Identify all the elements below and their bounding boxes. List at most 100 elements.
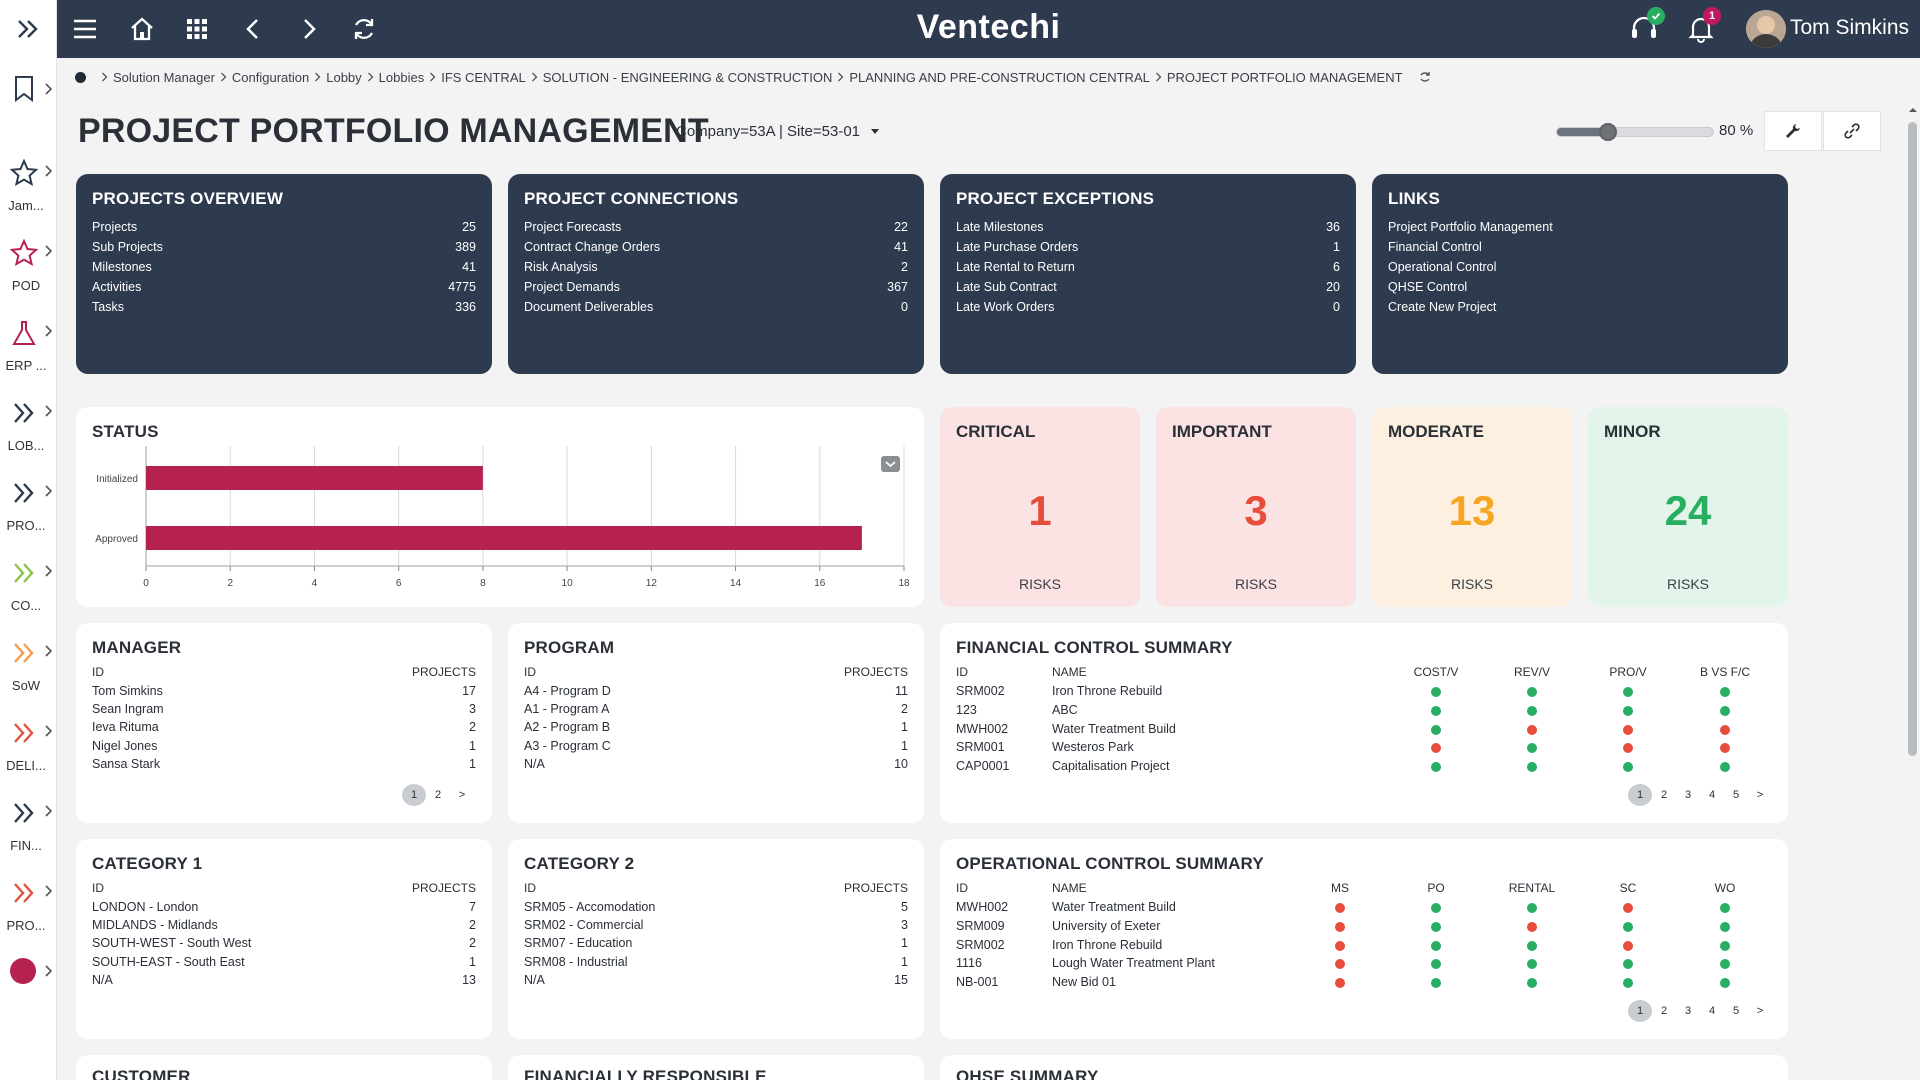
breadcrumb-item[interactable]: Solution Manager <box>113 70 215 85</box>
links-row[interactable]: Project Portfolio Management <box>1388 220 1772 240</box>
links-row[interactable]: Create New Project <box>1388 300 1772 320</box>
table-row-id[interactable]: Ieva Rituma <box>92 720 159 734</box>
link-label[interactable]: Operational Control <box>1388 260 1496 280</box>
pagination-page[interactable]: > <box>1748 1000 1772 1022</box>
pagination-page[interactable]: > <box>1748 784 1772 806</box>
rail-bookmarks[interactable] <box>0 70 57 150</box>
pagination-page[interactable]: 1 <box>1628 784 1652 806</box>
connections-row[interactable]: Contract Change Orders 41 <box>524 240 908 260</box>
designer-button[interactable] <box>1764 111 1822 151</box>
exceptions-row[interactable]: Late Milestones 36 <box>956 220 1340 240</box>
rail-item[interactable]: CO... <box>0 550 57 630</box>
rail-item-record[interactable] <box>0 950 57 1030</box>
table-row-id[interactable]: 123 <box>956 703 977 717</box>
share-link-button[interactable] <box>1823 111 1881 151</box>
table-row-id[interactable]: MWH002 <box>956 900 1008 914</box>
back-button[interactable] <box>237 13 269 45</box>
links-row[interactable]: Operational Control <box>1388 260 1772 280</box>
overview-row[interactable]: Tasks 336 <box>92 300 476 320</box>
table-row-id[interactable]: SRM009 <box>956 919 1005 933</box>
pagination-page[interactable]: 5 <box>1724 784 1748 806</box>
table-row-id[interactable]: 1116 <box>956 956 982 970</box>
support-button[interactable] <box>1628 7 1665 45</box>
pagination-page[interactable]: 4 <box>1700 784 1724 806</box>
connections-row[interactable]: Risk Analysis 2 <box>524 260 908 280</box>
rail-item[interactable]: ERP ... <box>0 310 57 390</box>
table-row-id[interactable]: A4 - Program D <box>524 684 611 698</box>
chart-menu-button[interactable] <box>881 456 900 472</box>
zoom-slider[interactable] <box>1556 123 1714 141</box>
table-row-id[interactable]: Sean Ingram <box>92 702 164 716</box>
risk-card-minor[interactable]: MINOR 24 RISKS <box>1588 407 1788 607</box>
breadcrumb-item[interactable]: PLANNING AND PRE-CONSTRUCTION CENTRAL <box>849 70 1149 85</box>
table-row-name[interactable]: New Bid 01 <box>1052 975 1116 989</box>
exceptions-row[interactable]: Late Rental to Return 6 <box>956 260 1340 280</box>
rail-item[interactable]: POD <box>0 230 57 310</box>
overview-row[interactable]: Activities 4775 <box>92 280 476 300</box>
connections-row[interactable]: Project Demands 367 <box>524 280 908 300</box>
link-label[interactable]: Create New Project <box>1388 300 1496 320</box>
table-row-id[interactable]: N/A <box>92 973 113 987</box>
refresh-button[interactable] <box>348 13 380 45</box>
avatar[interactable] <box>1746 10 1786 48</box>
table-row-id[interactable]: NB-001 <box>956 975 998 989</box>
zoom-slider-handle[interactable] <box>1599 123 1618 141</box>
link-label[interactable]: QHSE Control <box>1388 280 1467 300</box>
table-row-id[interactable]: SRM02 - Commercial <box>524 918 643 932</box>
rail-item[interactable]: DELI... <box>0 710 57 790</box>
table-row-id[interactable]: MWH002 <box>956 722 1008 736</box>
notifications-button[interactable]: 1 <box>1685 7 1721 45</box>
scroll-up-icon[interactable] <box>1907 105 1919 115</box>
table-row-name[interactable]: Iron Throne Rebuild <box>1052 938 1162 952</box>
table-row-id[interactable]: SRM002 <box>956 684 1005 698</box>
table-row-id[interactable]: A1 - Program A <box>524 702 609 716</box>
rail-item[interactable]: Jam... <box>0 150 57 230</box>
breadcrumb-item[interactable]: PROJECT PORTFOLIO MANAGEMENT <box>1167 70 1403 85</box>
overview-row[interactable]: Sub Projects 389 <box>92 240 476 260</box>
risk-card-moderate[interactable]: MODERATE 13 RISKS <box>1372 407 1572 607</box>
table-row-name[interactable]: Westeros Park <box>1052 740 1134 754</box>
breadcrumb-item[interactable]: Configuration <box>232 70 309 85</box>
apps-button[interactable] <box>181 13 213 45</box>
table-row-id[interactable]: SRM05 - Accomodation <box>524 900 655 914</box>
connections-row[interactable]: Document Deliverables 0 <box>524 300 908 320</box>
pagination-page[interactable]: 2 <box>426 784 450 806</box>
table-row-id[interactable]: MIDLANDS - Midlands <box>92 918 218 932</box>
table-row-name[interactable]: Water Treatment Build <box>1052 900 1176 914</box>
user-name[interactable]: Tom Simkins <box>1790 16 1909 40</box>
table-row-id[interactable]: Sansa Stark <box>92 757 160 771</box>
pagination-page[interactable]: > <box>450 784 474 806</box>
table-row-name[interactable]: University of Exeter <box>1052 919 1160 933</box>
home-button[interactable] <box>126 13 158 45</box>
rail-item[interactable]: SoW <box>0 630 57 710</box>
table-row-id[interactable]: LONDON - London <box>92 900 198 914</box>
pagination-page[interactable]: 3 <box>1676 784 1700 806</box>
rail-item[interactable]: FIN... <box>0 790 57 870</box>
table-row-id[interactable]: SOUTH-WEST - South West <box>92 936 251 950</box>
breadcrumb-home-icon[interactable] <box>75 71 86 83</box>
table-row-name[interactable]: Lough Water Treatment Plant <box>1052 956 1215 970</box>
breadcrumb-item[interactable]: SOLUTION - ENGINEERING & CONSTRUCTION <box>543 70 833 85</box>
overview-row[interactable]: Milestones 41 <box>92 260 476 280</box>
brand-logo[interactable]: Ventechi <box>917 8 1061 46</box>
forward-button[interactable] <box>293 13 325 45</box>
table-row-name[interactable]: Iron Throne Rebuild <box>1052 684 1162 698</box>
exceptions-row[interactable]: Late Work Orders 0 <box>956 300 1340 320</box>
menu-button[interactable] <box>69 13 101 45</box>
table-row-id[interactable]: N/A <box>524 757 545 771</box>
exceptions-row[interactable]: Late Purchase Orders 1 <box>956 240 1340 260</box>
table-row-name[interactable]: ABC <box>1052 703 1078 717</box>
pagination-page[interactable]: 4 <box>1700 1000 1724 1022</box>
pagination-page[interactable]: 2 <box>1652 1000 1676 1022</box>
link-label[interactable]: Financial Control <box>1388 240 1482 260</box>
expand-rail-button[interactable] <box>0 0 56 58</box>
pagination-page[interactable]: 1 <box>402 784 426 806</box>
link-label[interactable]: Project Portfolio Management <box>1388 220 1553 240</box>
table-row-id[interactable]: SRM08 - Industrial <box>524 955 628 969</box>
table-row-id[interactable]: SOUTH-EAST - South East <box>92 955 245 969</box>
context-selector[interactable]: Company=53A | Site=53-01 <box>676 123 880 140</box>
table-row-id[interactable]: Tom Simkins <box>92 684 163 698</box>
pagination-page[interactable]: 5 <box>1724 1000 1748 1022</box>
breadcrumb-item[interactable]: IFS CENTRAL <box>441 70 526 85</box>
scrollbar-thumb[interactable] <box>1908 122 1917 756</box>
